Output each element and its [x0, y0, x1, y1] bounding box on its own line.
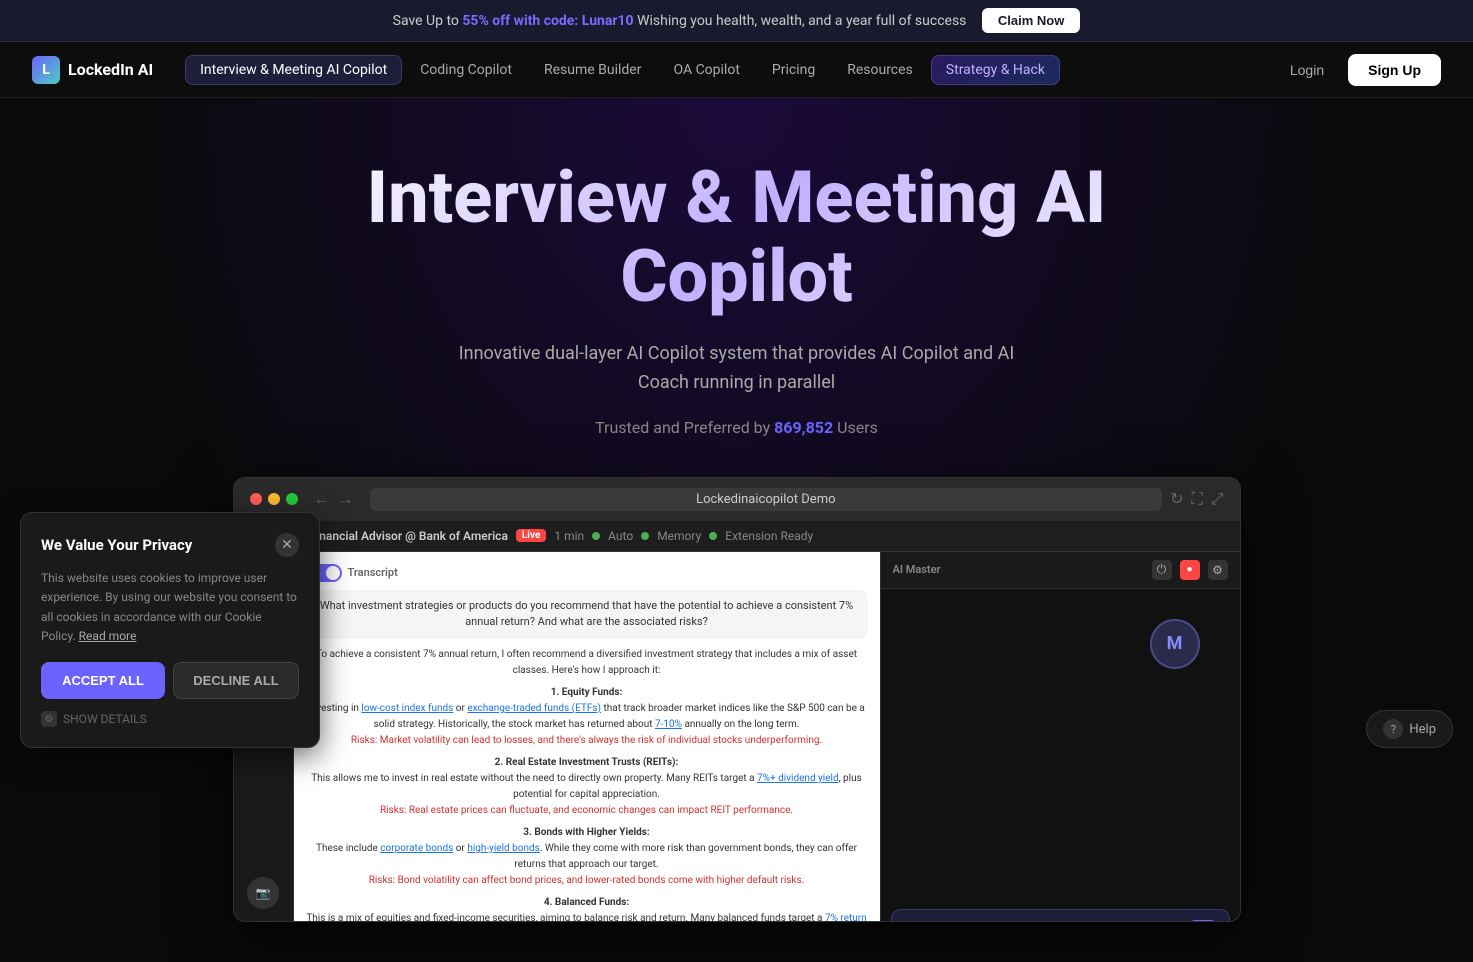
demo-memory-label: Memory: [657, 529, 701, 543]
banner-text-after: Wishing you health, wealth, and a year f…: [637, 13, 966, 29]
logo-icon: L: [32, 56, 60, 84]
ai-send-icon[interactable]: ►: [1189, 920, 1217, 922]
browser-window: ← → Lockedinaicopilot Demo ↻ ⛶ ⤢ ◉ Y FRE…: [233, 477, 1241, 922]
browser-dot-green: [286, 493, 298, 505]
trust-suffix: Users: [837, 418, 878, 437]
cookie-details-label: SHOW DETAILS: [63, 712, 147, 726]
demo-extension-dot: [709, 532, 717, 540]
nav-item-coding[interactable]: Coding Copilot: [406, 56, 526, 84]
demo-job-title: Financial Advisor @ Bank of America: [310, 529, 508, 543]
answer-intro: To achieve a consistent 7% annual return…: [306, 647, 868, 679]
transcript-question: What investment strategies or products d…: [306, 590, 868, 639]
ai-settings-icon[interactable]: ⚙: [1208, 560, 1228, 580]
ai-avatar: M: [1150, 619, 1200, 669]
ai-master-label: AI Master: [893, 563, 941, 576]
banner-text-before: Save Up to: [393, 13, 459, 29]
browser-dots: [250, 493, 298, 505]
trust-prefix: Trusted and Preferred by: [595, 418, 770, 437]
cookie-details[interactable]: ⚙ SHOW DETAILS: [41, 711, 299, 727]
login-button[interactable]: Login: [1278, 56, 1336, 84]
browser-reload-icon[interactable]: ↻: [1170, 489, 1183, 509]
cookie-details-gear-icon: ⚙: [41, 711, 57, 727]
demo-time: 1 min: [554, 529, 584, 543]
demo-content: ◉ Y FREE 💬 3 0 📷 Financial Advisor @ Ban…: [234, 521, 1240, 921]
help-circle-icon: ?: [1383, 719, 1403, 739]
nav-item-interview[interactable]: Interview & Meeting AI Copilot: [185, 55, 402, 85]
cookie-read-more-link[interactable]: Read more: [79, 629, 137, 643]
answer-section-4: 4. Balanced Funds: This is a mix of equi…: [306, 895, 868, 922]
nav-item-pricing[interactable]: Pricing: [758, 56, 829, 84]
nav-item-oa[interactable]: OA Copilot: [659, 56, 753, 84]
demo-main: Financial Advisor @ Bank of America Live…: [294, 521, 1240, 921]
browser-fullscreen-icon[interactable]: ⛶: [1191, 489, 1202, 509]
demo-auto-label: Auto: [608, 529, 633, 543]
cookie-accept-button[interactable]: ACCEPT ALL: [41, 662, 165, 699]
browser-url-bar[interactable]: Lockedinaicopilot Demo: [370, 488, 1163, 511]
nav-item-resources[interactable]: Resources: [833, 56, 927, 84]
demo-memory-dot: [641, 532, 649, 540]
nav-links: Interview & Meeting AI Copilot Coding Co…: [185, 55, 1270, 85]
hero-title: Interview & Meeting AI Copilot: [287, 158, 1187, 316]
ai-power-icon[interactable]: ⏻: [1152, 560, 1172, 580]
ai-master-panel: AI Master ⏻ ● ⚙ M The AI Master: [880, 552, 1240, 922]
browser-back-icon[interactable]: ←: [314, 489, 330, 509]
browser-dot-red: [250, 493, 262, 505]
browser-bar: ← → Lockedinaicopilot Demo ↻ ⛶ ⤢: [234, 478, 1240, 521]
browser-forward-icon[interactable]: →: [338, 489, 354, 509]
cookie-buttons: ACCEPT ALL DECLINE ALL: [41, 662, 299, 699]
demo-container: ← → Lockedinaicopilot Demo ↻ ⛶ ⤢ ◉ Y FRE…: [217, 477, 1257, 922]
logo-text: LockedIn AI: [68, 60, 153, 79]
answer-section-2: 2. Real Estate Investment Trusts (REITs)…: [306, 755, 868, 819]
ai-master-body: M The AI Master responds to the Particip…: [881, 589, 1240, 922]
help-button[interactable]: ? Help: [1366, 710, 1453, 748]
cookie-title: We Value Your Privacy: [41, 536, 192, 554]
cookie-close-button[interactable]: ✕: [275, 533, 299, 557]
signup-button[interactable]: Sign Up: [1348, 54, 1441, 86]
answer-section-3: 3. Bonds with Higher Yields: These inclu…: [306, 825, 868, 889]
browser-expand-icon[interactable]: ⤢: [1211, 489, 1224, 509]
cookie-banner: We Value Your Privacy ✕ This website use…: [20, 512, 320, 748]
ai-master-controls: ⏻ ● ⚙: [1152, 560, 1228, 580]
transcript-label: Transcript: [306, 564, 868, 582]
demo-body: Transcript What investment strategies or…: [294, 552, 1240, 922]
browser-actions: ↻ ⛶ ⤢: [1170, 489, 1223, 509]
cookie-decline-button[interactable]: DECLINE ALL: [173, 662, 299, 699]
demo-auto-dot: [592, 532, 600, 540]
cookie-body: This website uses cookies to improve use…: [41, 569, 299, 646]
user-count: 869,852: [774, 418, 833, 437]
hero-trust: Trusted and Preferred by 869,852 Users: [32, 418, 1441, 437]
demo-header-bar: Financial Advisor @ Bank of America Live…: [294, 521, 1240, 552]
help-label: Help: [1409, 722, 1436, 737]
demo-extension-label: Extension Ready: [725, 529, 813, 543]
ai-record-btn[interactable]: ●: [1180, 560, 1200, 580]
nav-item-resume[interactable]: Resume Builder: [530, 56, 655, 84]
transcript-answer: To achieve a consistent 7% annual return…: [306, 647, 868, 922]
nav-right: Login Sign Up: [1278, 54, 1441, 86]
banner-discount: 55% off with code: Lunar10: [462, 13, 633, 29]
top-banner: Save Up to 55% off with code: Lunar10 Wi…: [0, 0, 1473, 42]
logo[interactable]: L LockedIn AI: [32, 56, 153, 84]
claim-now-button[interactable]: Claim Now: [982, 8, 1080, 33]
browser-nav: ← →: [314, 489, 354, 509]
nav-item-strategy[interactable]: Strategy & Hack: [931, 55, 1060, 85]
navbar: L LockedIn AI Interview & Meeting AI Cop…: [0, 42, 1473, 98]
ai-master-header: AI Master ⏻ ● ⚙: [881, 552, 1240, 589]
transcript-panel: Transcript What investment strategies or…: [294, 552, 880, 922]
ai-response-bubble: The AI Master responds to the Participan…: [891, 909, 1230, 922]
browser-dot-yellow: [268, 493, 280, 505]
answer-section-1: 1. Equity Funds: Investing in low-cost i…: [306, 685, 868, 749]
demo-sidebar-camera-icon: 📷: [247, 877, 279, 909]
demo-live-badge: Live: [516, 529, 546, 542]
hero-subtitle: Innovative dual-layer AI Copilot system …: [437, 340, 1037, 398]
cookie-header: We Value Your Privacy ✕: [41, 533, 299, 557]
